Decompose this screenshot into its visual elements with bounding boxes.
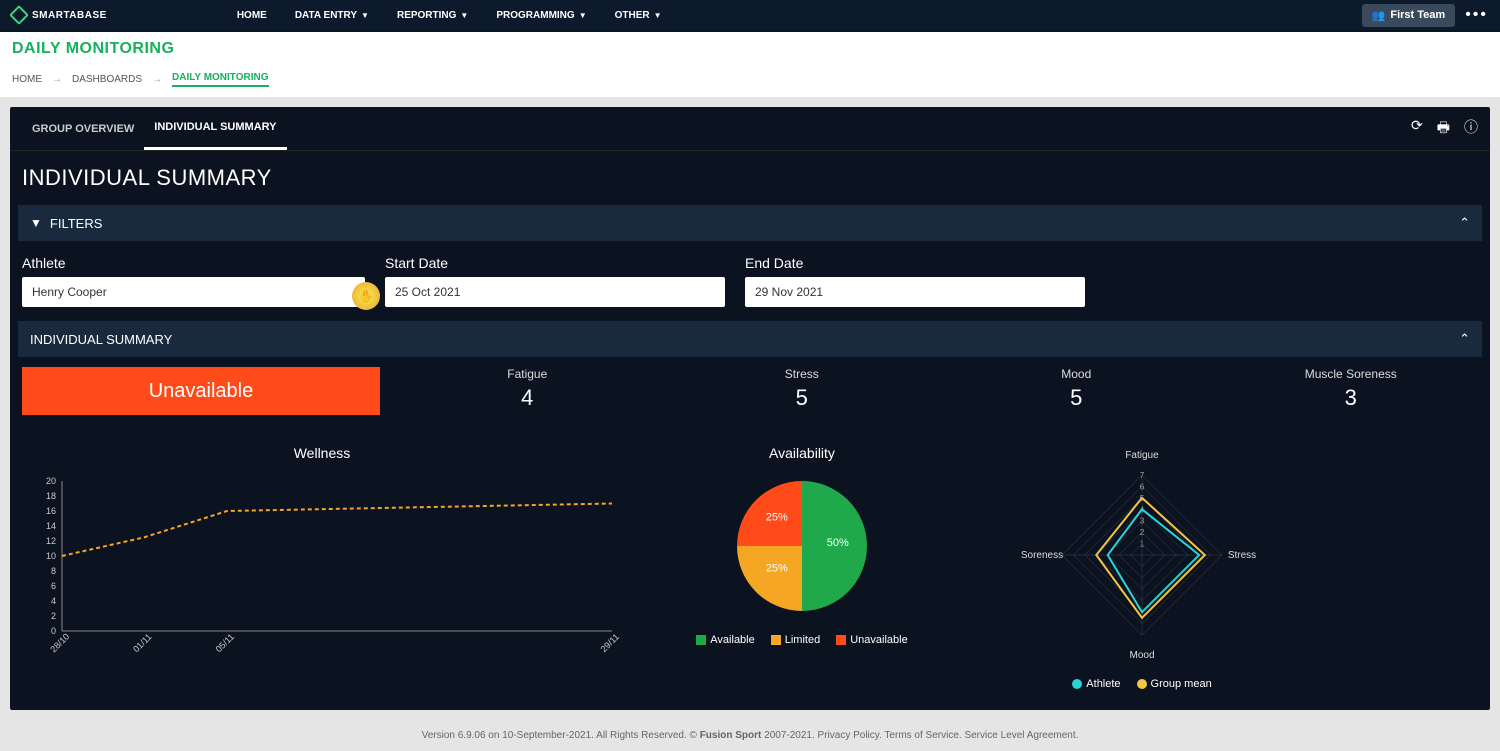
refresh-icon[interactable]: ⟳ bbox=[1411, 117, 1423, 141]
brand-text: SMARTABASE bbox=[32, 10, 107, 21]
charts-row: Wellness 0246810121416182028/1001/1105/1… bbox=[22, 445, 1478, 690]
end-date-input[interactable] bbox=[745, 277, 1085, 307]
wellness-line-svg: 0246810121416182028/1001/1105/1129/11 bbox=[22, 471, 622, 661]
breadcrumb-sep: → bbox=[152, 74, 162, 85]
nav-other[interactable]: OTHER▼ bbox=[605, 0, 672, 31]
nav-reporting[interactable]: REPORTING▼ bbox=[387, 0, 478, 31]
logo-icon bbox=[9, 5, 29, 25]
svg-text:Stress: Stress bbox=[1228, 550, 1256, 561]
summary-header[interactable]: INDIVIDUAL SUMMARY ⌃ bbox=[18, 321, 1482, 357]
svg-text:16: 16 bbox=[46, 506, 56, 516]
breadcrumb-dashboards[interactable]: DASHBOARDS bbox=[72, 74, 142, 85]
footer-sla-link[interactable]: Service Level Agreement. bbox=[964, 730, 1078, 741]
breadcrumb-current: DAILY MONITORING bbox=[172, 72, 269, 87]
svg-text:05/11: 05/11 bbox=[214, 632, 237, 655]
svg-text:14: 14 bbox=[46, 521, 56, 531]
svg-text:Soreness: Soreness bbox=[1021, 550, 1063, 561]
tab-individual-summary[interactable]: INDIVIDUAL SUMMARY bbox=[144, 107, 286, 150]
chevron-down-icon: ▼ bbox=[579, 11, 587, 20]
filter-icon: ▼ bbox=[30, 216, 42, 230]
dashboard-tabs: GROUP OVERVIEW INDIVIDUAL SUMMARY ⟳ 🖶 ⓘ bbox=[10, 107, 1490, 151]
team-selector-button[interactable]: 👥 First Team bbox=[1362, 4, 1456, 27]
metric-soreness: Muscle Soreness 3 bbox=[1224, 367, 1479, 411]
svg-text:20: 20 bbox=[46, 476, 56, 486]
breadcrumb-home[interactable]: HOME bbox=[12, 74, 42, 85]
filters-header[interactable]: ▼ FILTERS ⌃ bbox=[18, 205, 1482, 241]
availability-chart: Availability 50%25%25% Available Limited… bbox=[652, 445, 952, 646]
metrics-row: Unavailable Fatigue 4 Stress 5 Mood 5 Mu… bbox=[22, 367, 1478, 415]
svg-text:Mood: Mood bbox=[1129, 650, 1154, 661]
athlete-field: Athlete ✋ bbox=[22, 255, 365, 307]
radar-chart: 1234567FatigueStressMoodSoreness Athlete… bbox=[982, 445, 1302, 690]
summary-body: Unavailable Fatigue 4 Stress 5 Mood 5 Mu… bbox=[10, 357, 1490, 710]
footer-privacy-link[interactable]: Privacy Policy. bbox=[818, 730, 882, 741]
section-title: INDIVIDUAL SUMMARY bbox=[10, 151, 1490, 205]
svg-text:2: 2 bbox=[1140, 528, 1145, 537]
svg-text:01/11: 01/11 bbox=[131, 632, 154, 655]
chevron-up-icon: ⌃ bbox=[1459, 215, 1470, 231]
metric-fatigue: Fatigue 4 bbox=[400, 367, 655, 411]
start-date-field: Start Date bbox=[385, 255, 725, 307]
svg-text:0: 0 bbox=[51, 626, 56, 636]
print-icon[interactable]: 🖶 bbox=[1437, 117, 1450, 141]
svg-text:10: 10 bbox=[46, 551, 56, 561]
svg-text:3: 3 bbox=[1140, 517, 1145, 526]
svg-text:12: 12 bbox=[46, 536, 56, 546]
start-date-label: Start Date bbox=[385, 255, 725, 271]
page-title: DAILY MONITORING bbox=[12, 40, 1488, 58]
status-tile: Unavailable bbox=[22, 367, 380, 415]
chevron-down-icon: ▼ bbox=[654, 11, 662, 20]
nav-home[interactable]: HOME bbox=[227, 0, 277, 31]
svg-text:7: 7 bbox=[1140, 471, 1145, 480]
availability-legend: Available Limited Unavailable bbox=[652, 634, 952, 646]
chevron-down-icon: ▼ bbox=[361, 11, 369, 20]
svg-text:25%: 25% bbox=[766, 512, 788, 524]
svg-text:2: 2 bbox=[51, 611, 56, 621]
wellness-chart: Wellness 0246810121416182028/1001/1105/1… bbox=[22, 445, 622, 666]
end-date-label: End Date bbox=[745, 255, 1085, 271]
start-date-input[interactable] bbox=[385, 277, 725, 307]
svg-text:25%: 25% bbox=[766, 562, 788, 574]
availability-pie-svg: 50% 25% 25% bbox=[702, 471, 902, 621]
svg-text:Fatigue: Fatigue bbox=[1125, 450, 1159, 461]
svg-text:6: 6 bbox=[1140, 482, 1145, 491]
filters-body: Athlete ✋ Start Date End Date bbox=[10, 241, 1490, 321]
topnav: HOME DATA ENTRY▼ REPORTING▼ PROGRAMMING▼… bbox=[227, 0, 672, 31]
info-icon[interactable]: ⓘ bbox=[1464, 117, 1478, 141]
more-menu-icon[interactable]: ••• bbox=[1465, 6, 1488, 24]
svg-text:6: 6 bbox=[51, 581, 56, 591]
svg-text:29/11: 29/11 bbox=[599, 632, 622, 655]
page-title-bar: DAILY MONITORING bbox=[0, 32, 1500, 66]
dashboard-panel: GROUP OVERVIEW INDIVIDUAL SUMMARY ⟳ 🖶 ⓘ … bbox=[10, 107, 1490, 710]
svg-text:4: 4 bbox=[51, 596, 56, 606]
tab-group-overview[interactable]: GROUP OVERVIEW bbox=[22, 109, 144, 149]
chevron-down-icon: ▼ bbox=[460, 11, 468, 20]
metric-stress: Stress 5 bbox=[675, 367, 930, 411]
nav-data-entry[interactable]: DATA ENTRY▼ bbox=[285, 0, 379, 31]
svg-text:18: 18 bbox=[46, 491, 56, 501]
footer: Version 6.9.06 on 10-September-2021. All… bbox=[0, 720, 1500, 751]
topbar: SMARTABASE HOME DATA ENTRY▼ REPORTING▼ P… bbox=[0, 0, 1500, 32]
nav-programming[interactable]: PROGRAMMING▼ bbox=[486, 0, 596, 31]
svg-text:1: 1 bbox=[1140, 540, 1145, 549]
breadcrumb-sep: → bbox=[52, 74, 62, 85]
metric-mood: Mood 5 bbox=[949, 367, 1204, 411]
svg-text:50%: 50% bbox=[827, 537, 849, 549]
radar-legend: Athlete Group mean bbox=[982, 678, 1302, 690]
people-icon: 👥 bbox=[1372, 9, 1386, 22]
end-date-field: End Date bbox=[745, 255, 1085, 307]
athlete-label: Athlete bbox=[22, 255, 365, 271]
radar-svg: 1234567FatigueStressMoodSoreness bbox=[982, 445, 1302, 665]
breadcrumb: HOME → DASHBOARDS → DAILY MONITORING bbox=[0, 66, 1500, 97]
chevron-up-icon: ⌃ bbox=[1459, 331, 1470, 347]
footer-terms-link[interactable]: Terms of Service. bbox=[884, 730, 961, 741]
svg-text:8: 8 bbox=[51, 566, 56, 576]
brand-logo[interactable]: SMARTABASE bbox=[12, 8, 107, 22]
tab-action-icons: ⟳ 🖶 ⓘ bbox=[1411, 117, 1478, 141]
athlete-input[interactable] bbox=[22, 277, 365, 307]
